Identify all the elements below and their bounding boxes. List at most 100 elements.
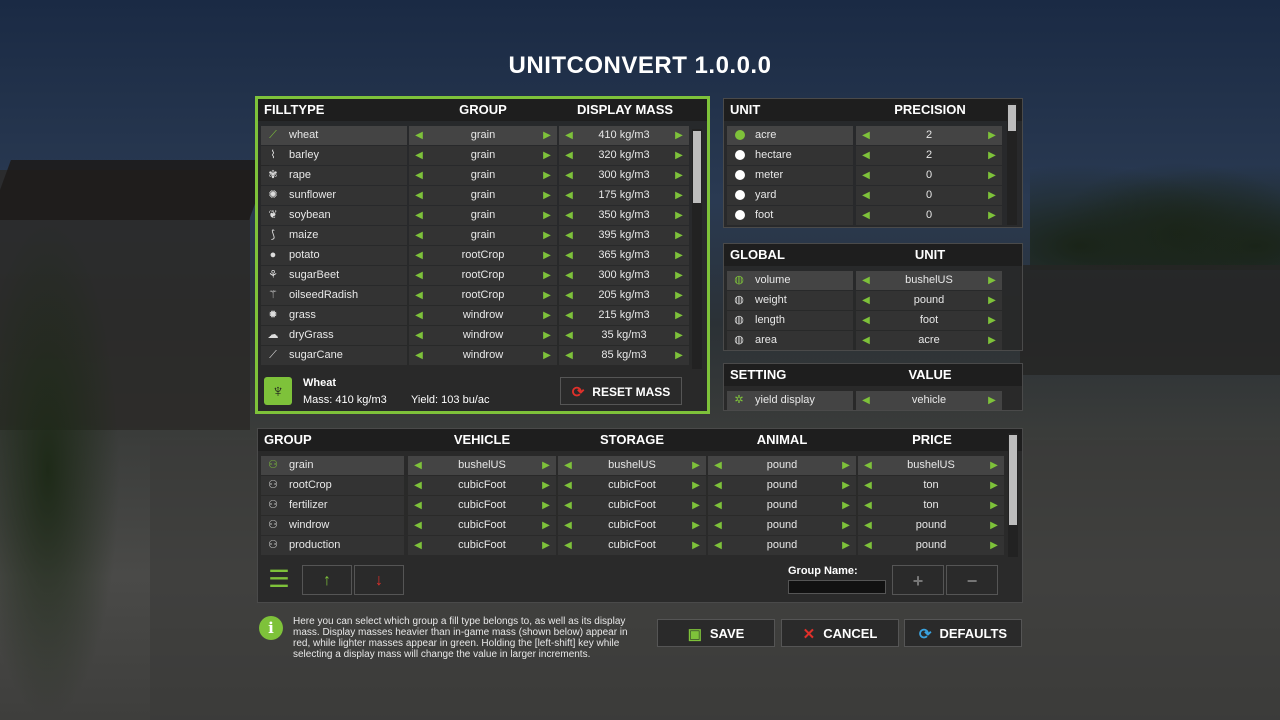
unit-scrollbar[interactable] (1007, 103, 1017, 225)
global-row-length[interactable]: ◍ length (727, 311, 853, 330)
arrow-left-icon[interactable]: ◀ (860, 126, 872, 145)
arrow-left-icon[interactable]: ◀ (860, 391, 872, 410)
group-row-production[interactable]: ⚇ production (261, 536, 404, 555)
arrow-left-icon[interactable]: ◀ (712, 496, 724, 515)
arrow-right-icon[interactable]: ▶ (541, 346, 553, 365)
arrow-left-icon[interactable]: ◀ (413, 166, 425, 185)
arrow-right-icon[interactable]: ▶ (540, 476, 552, 495)
filltype-group-selector[interactable]: ◀ grain ▶ (409, 166, 557, 185)
arrow-left-icon[interactable]: ◀ (563, 246, 575, 265)
unit-row-yard[interactable]: yard (727, 186, 853, 205)
arrow-right-icon[interactable]: ▶ (690, 476, 702, 495)
arrow-right-icon[interactable]: ▶ (840, 536, 852, 555)
arrow-right-icon[interactable]: ▶ (673, 206, 685, 225)
precision-selector[interactable]: ◀ 0 ▶ (856, 166, 1002, 185)
filltype-group-selector[interactable]: ◀ windrow ▶ (409, 306, 557, 325)
filltype-row-sugarBeet[interactable]: ⚘ sugarBeet (261, 266, 407, 285)
arrow-left-icon[interactable]: ◀ (413, 306, 425, 325)
arrow-left-icon[interactable]: ◀ (412, 476, 424, 495)
price-selector[interactable]: ◀ bushelUS ▶ (858, 456, 1004, 475)
filltype-mass-selector[interactable]: ◀ 300 kg/m3 ▶ (559, 166, 689, 185)
filltype-group-selector[interactable]: ◀ rootCrop ▶ (409, 246, 557, 265)
filltype-scrollbar[interactable] (692, 129, 702, 369)
add-group-button[interactable]: + (892, 565, 944, 595)
arrow-left-icon[interactable]: ◀ (413, 286, 425, 305)
arrow-left-icon[interactable]: ◀ (563, 286, 575, 305)
filltype-row-oilseedRadish[interactable]: ⚚ oilseedRadish (261, 286, 407, 305)
arrow-right-icon[interactable]: ▶ (986, 271, 998, 290)
arrow-left-icon[interactable]: ◀ (563, 326, 575, 345)
arrow-right-icon[interactable]: ▶ (541, 206, 553, 225)
animal-selector[interactable]: ◀ pound ▶ (708, 496, 856, 515)
arrow-right-icon[interactable]: ▶ (673, 166, 685, 185)
arrow-right-icon[interactable]: ▶ (690, 536, 702, 555)
arrow-left-icon[interactable]: ◀ (563, 266, 575, 285)
arrow-left-icon[interactable]: ◀ (563, 166, 575, 185)
arrow-right-icon[interactable]: ▶ (673, 286, 685, 305)
arrow-right-icon[interactable]: ▶ (673, 126, 685, 145)
arrow-right-icon[interactable]: ▶ (541, 146, 553, 165)
filltype-mass-selector[interactable]: ◀ 85 kg/m3 ▶ (559, 346, 689, 365)
unit-row-acre[interactable]: acre (727, 126, 853, 145)
setting-row-yield-display[interactable]: ✲ yield display (727, 391, 853, 410)
unit-row-hectare[interactable]: hectare (727, 146, 853, 165)
filltype-group-selector[interactable]: ◀ rootCrop ▶ (409, 266, 557, 285)
arrow-right-icon[interactable]: ▶ (541, 126, 553, 145)
arrow-left-icon[interactable]: ◀ (562, 456, 574, 475)
arrow-right-icon[interactable]: ▶ (673, 346, 685, 365)
animal-selector[interactable]: ◀ pound ▶ (708, 516, 856, 535)
group-list-icon[interactable]: ☰ (264, 565, 294, 595)
filltype-row-wheat[interactable]: ⟋ wheat (261, 126, 407, 145)
arrow-left-icon[interactable]: ◀ (563, 226, 575, 245)
setting-value-selector[interactable]: ◀ vehicle ▶ (856, 391, 1002, 410)
arrow-left-icon[interactable]: ◀ (563, 146, 575, 165)
arrow-left-icon[interactable]: ◀ (860, 166, 872, 185)
group-row-fertilizer[interactable]: ⚇ fertilizer (261, 496, 404, 515)
arrow-left-icon[interactable]: ◀ (712, 456, 724, 475)
unit-row-foot[interactable]: foot (727, 206, 853, 225)
arrow-left-icon[interactable]: ◀ (862, 496, 874, 515)
arrow-left-icon[interactable]: ◀ (413, 346, 425, 365)
arrow-right-icon[interactable]: ▶ (541, 226, 553, 245)
filltype-mass-selector[interactable]: ◀ 350 kg/m3 ▶ (559, 206, 689, 225)
arrow-right-icon[interactable]: ▶ (540, 456, 552, 475)
global-row-weight[interactable]: ◍ weight (727, 291, 853, 310)
filltype-mass-selector[interactable]: ◀ 215 kg/m3 ▶ (559, 306, 689, 325)
arrow-right-icon[interactable]: ▶ (840, 456, 852, 475)
filltype-row-barley[interactable]: ⌇ barley (261, 146, 407, 165)
filltype-row-soybean[interactable]: ❦ soybean (261, 206, 407, 225)
group-scrollbar[interactable] (1008, 433, 1018, 557)
vehicle-selector[interactable]: ◀ cubicFoot ▶ (408, 536, 556, 555)
arrow-right-icon[interactable]: ▶ (690, 496, 702, 515)
filltype-group-selector[interactable]: ◀ grain ▶ (409, 186, 557, 205)
precision-selector[interactable]: ◀ 2 ▶ (856, 126, 1002, 145)
arrow-right-icon[interactable]: ▶ (986, 146, 998, 165)
filltype-group-selector[interactable]: ◀ grain ▶ (409, 206, 557, 225)
cancel-button[interactable]: ✕ CANCEL (781, 619, 899, 647)
storage-selector[interactable]: ◀ cubicFoot ▶ (558, 496, 706, 515)
arrow-left-icon[interactable]: ◀ (862, 476, 874, 495)
filltype-mass-selector[interactable]: ◀ 35 kg/m3 ▶ (559, 326, 689, 345)
arrow-left-icon[interactable]: ◀ (413, 126, 425, 145)
animal-selector[interactable]: ◀ pound ▶ (708, 456, 856, 475)
save-button[interactable]: ▣ SAVE (657, 619, 775, 647)
precision-selector[interactable]: ◀ 0 ▶ (856, 186, 1002, 205)
arrow-right-icon[interactable]: ▶ (673, 186, 685, 205)
arrow-right-icon[interactable]: ▶ (986, 391, 998, 410)
arrow-right-icon[interactable]: ▶ (541, 246, 553, 265)
global-unit-selector[interactable]: ◀ foot ▶ (856, 311, 1002, 330)
arrow-right-icon[interactable]: ▶ (988, 516, 1000, 535)
arrow-right-icon[interactable]: ▶ (540, 516, 552, 535)
group-row-windrow[interactable]: ⚇ windrow (261, 516, 404, 535)
arrow-right-icon[interactable]: ▶ (673, 246, 685, 265)
arrow-left-icon[interactable]: ◀ (862, 456, 874, 475)
arrow-right-icon[interactable]: ▶ (840, 516, 852, 535)
arrow-left-icon[interactable]: ◀ (413, 266, 425, 285)
arrow-left-icon[interactable]: ◀ (860, 331, 872, 350)
move-down-button[interactable]: ↓ (354, 565, 404, 595)
arrow-right-icon[interactable]: ▶ (673, 146, 685, 165)
arrow-left-icon[interactable]: ◀ (413, 186, 425, 205)
arrow-left-icon[interactable]: ◀ (412, 456, 424, 475)
arrow-right-icon[interactable]: ▶ (986, 311, 998, 330)
arrow-left-icon[interactable]: ◀ (563, 306, 575, 325)
